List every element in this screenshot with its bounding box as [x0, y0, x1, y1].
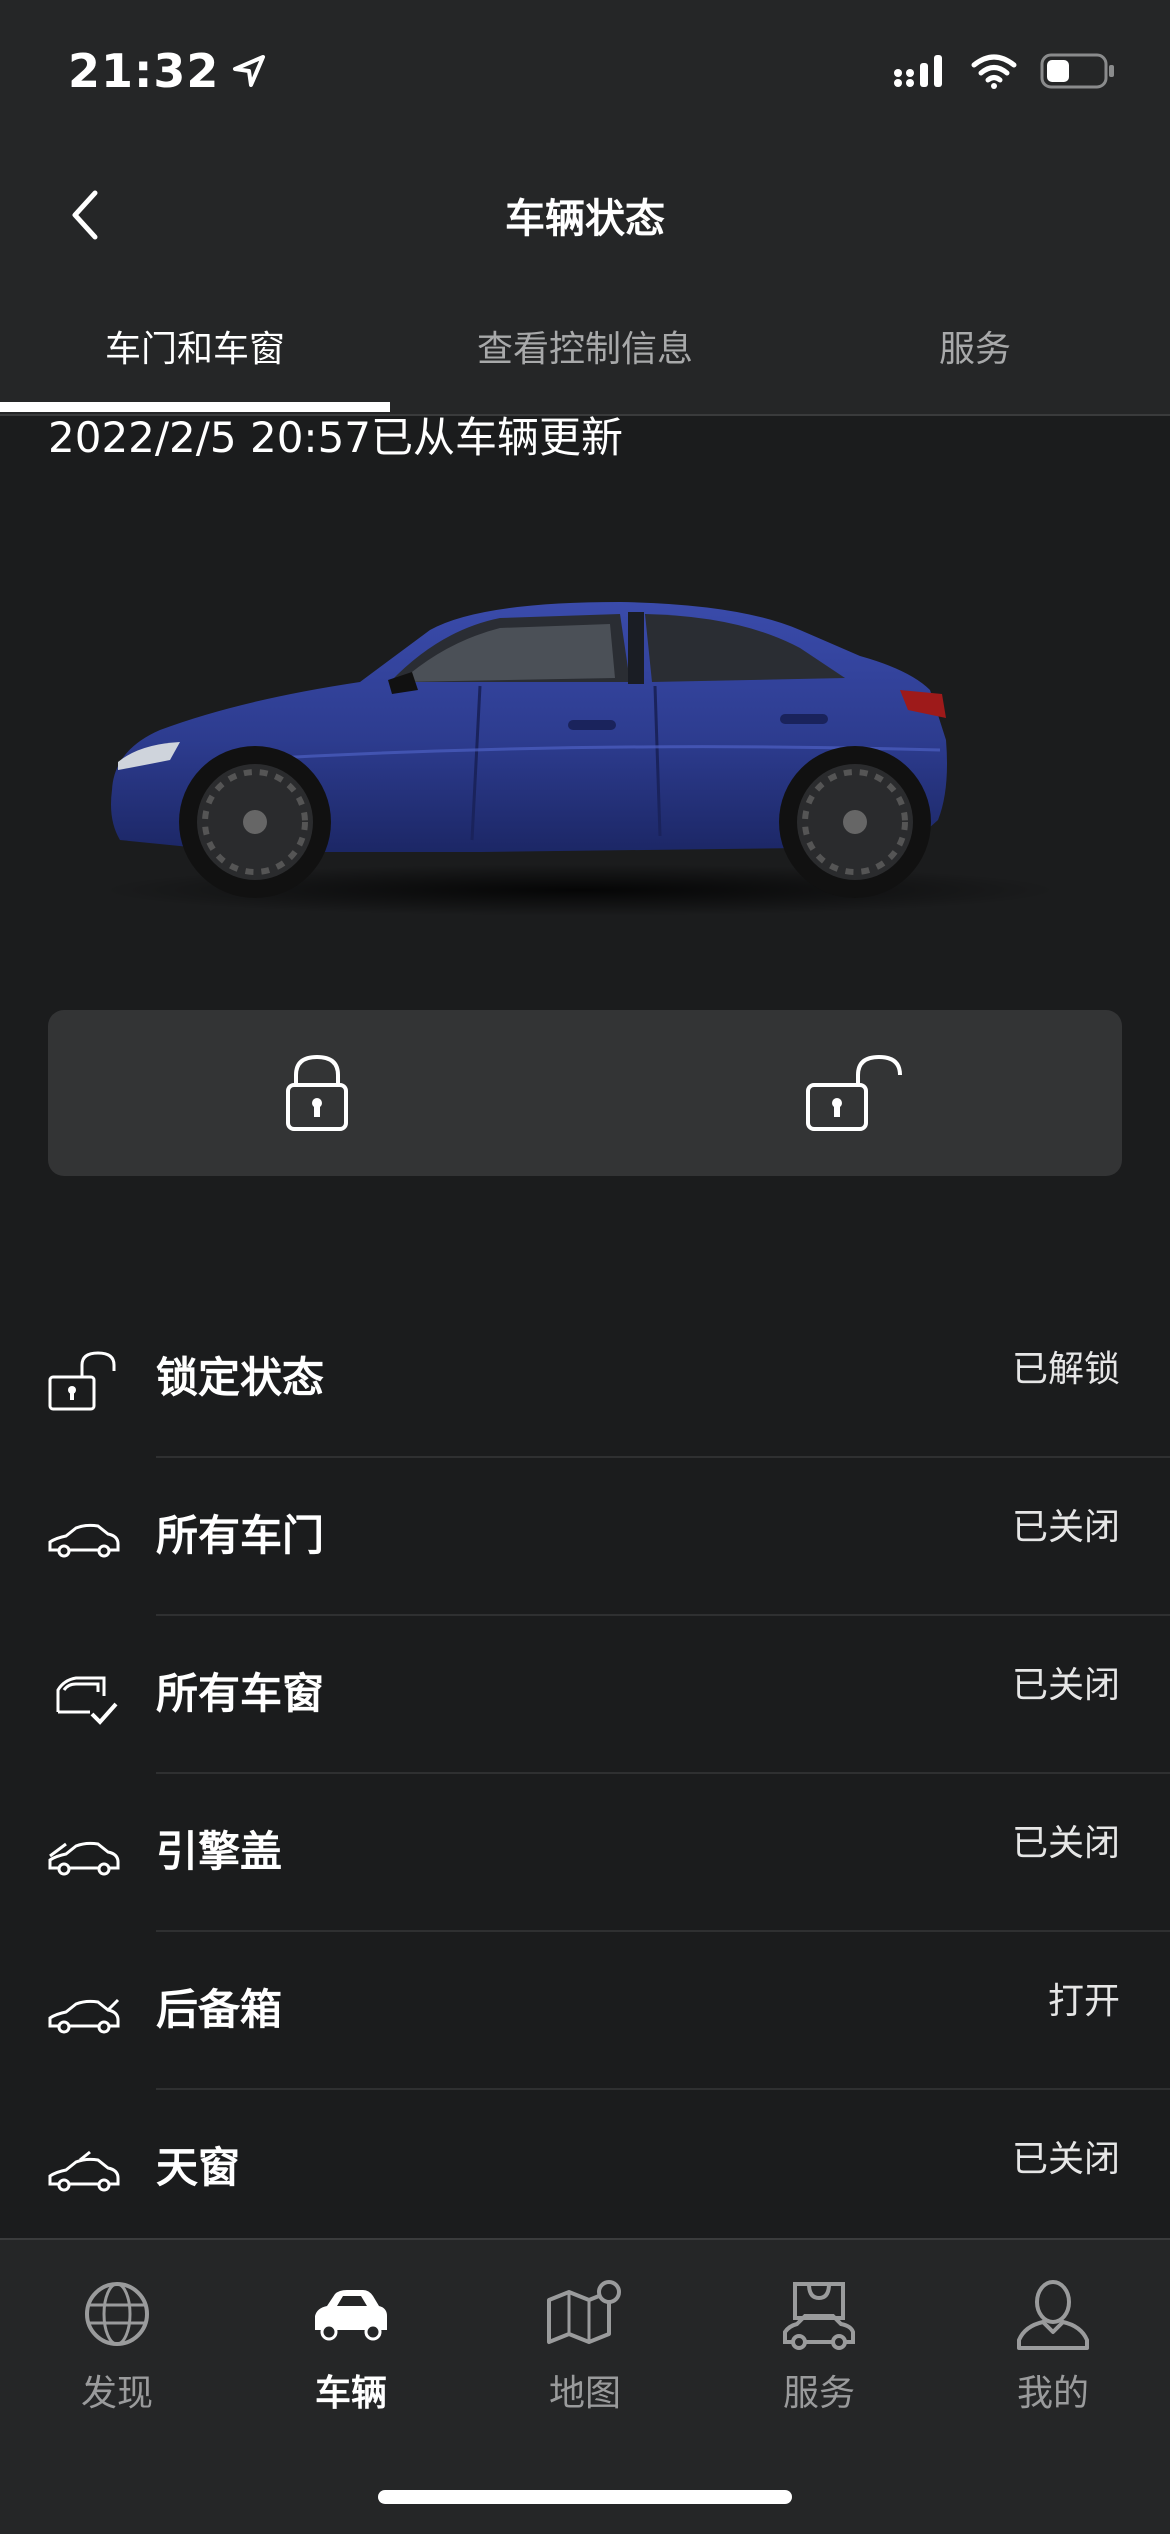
- row-value: 已关闭: [1011, 2139, 1120, 2180]
- list-item-sunroof[interactable]: 天窗 已关闭: [0, 2090, 1170, 2248]
- car-icon: [311, 2276, 391, 2352]
- row-label: 锁定状态: [156, 1353, 325, 1402]
- row-value: 已关闭: [1011, 1507, 1120, 1548]
- list-item-windows[interactable]: 所有车窗 已关闭: [0, 1616, 1170, 1774]
- nav-service[interactable]: 服务: [702, 2276, 936, 2416]
- padlock-closed-icon: [285, 1054, 348, 1131]
- nav-vehicle[interactable]: 车辆: [234, 2276, 468, 2416]
- status-time: 21:32: [68, 44, 220, 98]
- lock-control-panel: [48, 1010, 1122, 1176]
- status-bar: 21:32: [0, 0, 1170, 150]
- tab-service[interactable]: 服务: [780, 320, 1170, 372]
- unlocked-icon: [44, 1350, 124, 1414]
- row-label: 后备箱: [156, 1985, 283, 2034]
- list-item-doors[interactable]: 所有车门 已关闭: [0, 1458, 1170, 1616]
- car-window-icon: [44, 1666, 124, 1730]
- navigation-bar: 车辆状态: [0, 150, 1170, 280]
- car-image: [100, 590, 1070, 920]
- status-time-group: 21:32: [68, 44, 269, 98]
- tab-doors-windows[interactable]: 车门和车窗: [0, 320, 390, 372]
- car-hood-icon: [44, 1824, 124, 1888]
- page-title: 车辆状态: [505, 196, 665, 242]
- row-value: 打开: [1047, 1981, 1120, 2022]
- row-value: 已关闭: [1011, 1823, 1120, 1864]
- car-trunk-icon: [44, 1982, 124, 2046]
- nav-label: 车辆: [314, 2373, 387, 2414]
- row-label: 天窗: [156, 2143, 241, 2192]
- padlock-open-icon: [805, 1054, 902, 1131]
- nav-label: 服务: [782, 2373, 855, 2414]
- row-value: 已关闭: [1011, 1665, 1120, 1706]
- car-doors-icon: [44, 1508, 124, 1572]
- map-icon: [545, 2276, 625, 2352]
- globe-icon: [77, 2276, 157, 2352]
- nav-label: 发现: [80, 2373, 153, 2414]
- cellular-signal-icon: [894, 55, 942, 87]
- lock-button[interactable]: [48, 1010, 585, 1176]
- location-arrow-icon: [233, 55, 266, 87]
- nav-label: 我的: [1016, 2373, 1089, 2414]
- nav-discover[interactable]: 发现: [0, 2276, 234, 2416]
- row-label: 引擎盖: [156, 1827, 283, 1876]
- front-wheel: [179, 746, 331, 898]
- home-indicator[interactable]: [378, 2490, 792, 2504]
- update-timestamp: 2022/2/5 20:57已从车辆更新: [48, 413, 624, 462]
- nav-map[interactable]: 地图: [468, 2276, 702, 2416]
- status-indicators: [892, 52, 1116, 90]
- sedan-side-view: [100, 602, 1060, 916]
- list-item-hood[interactable]: 引擎盖 已关闭: [0, 1774, 1170, 1932]
- wifi-icon: [971, 54, 1017, 89]
- tab-bar: 车门和车窗 查看控制信息 服务: [0, 300, 1170, 416]
- service-icon: [779, 2276, 859, 2352]
- list-item-lock-status[interactable]: 锁定状态 已解锁: [0, 1300, 1170, 1458]
- battery-icon: [1040, 53, 1114, 89]
- nav-label: 地图: [548, 2373, 621, 2414]
- rear-wheel: [779, 746, 931, 898]
- car-sunroof-icon: [44, 2140, 124, 2204]
- unlock-button[interactable]: [585, 1010, 1122, 1176]
- nav-profile[interactable]: 我的: [936, 2276, 1170, 2416]
- row-value: 已解锁: [1011, 1349, 1120, 1390]
- profile-icon: [1013, 2276, 1093, 2352]
- vehicle-status-list: 锁定状态 已解锁 所有车门 已关闭 所有车窗 已关闭 引擎盖 已关闭 后备箱 打…: [0, 1300, 1170, 2248]
- row-label: 所有车窗: [156, 1669, 325, 1718]
- tab-control-info[interactable]: 查看控制信息: [390, 320, 780, 372]
- list-item-trunk[interactable]: 后备箱 打开: [0, 1932, 1170, 2090]
- row-label: 所有车门: [156, 1511, 325, 1560]
